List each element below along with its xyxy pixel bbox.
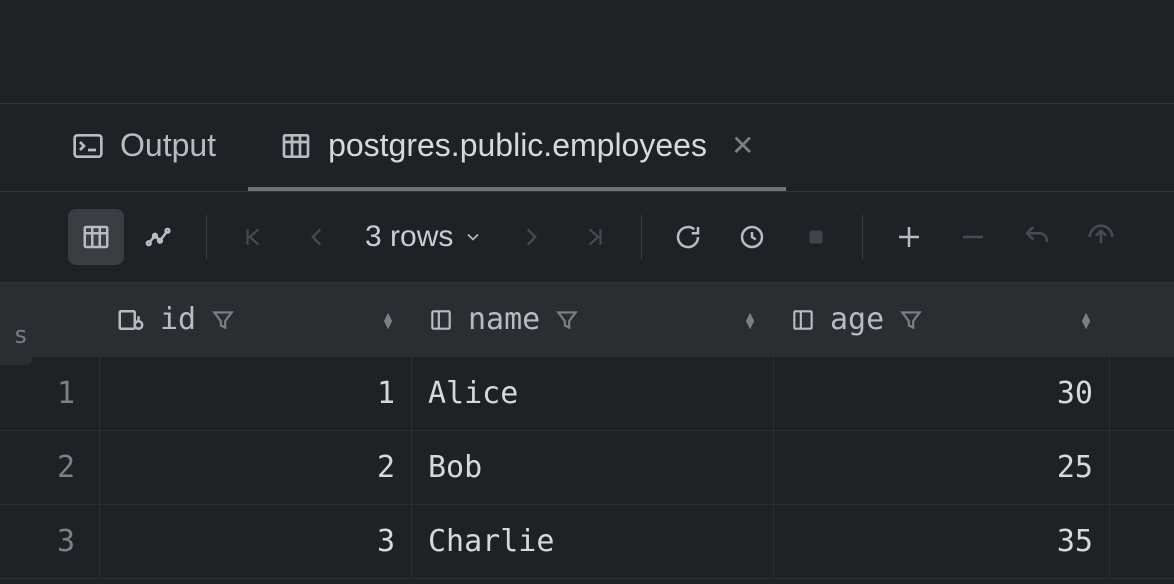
cell-age[interactable]: 30 bbox=[774, 357, 1110, 430]
chevron-left-icon bbox=[304, 224, 330, 250]
prev-page-button[interactable] bbox=[289, 209, 345, 265]
last-page-icon bbox=[582, 224, 608, 250]
rows-count-label: 3 rows bbox=[365, 220, 453, 254]
separator bbox=[862, 215, 863, 259]
rows-dropdown[interactable]: 3 rows bbox=[353, 220, 495, 254]
upload-icon bbox=[1086, 222, 1116, 252]
chevron-right-icon bbox=[518, 224, 544, 250]
cell-id[interactable]: 1 bbox=[100, 357, 412, 430]
tab-output[interactable]: Output bbox=[40, 104, 248, 191]
tabs-row: Output postgres.public.employees ✕ bbox=[0, 104, 1174, 192]
left-panel-stub: s bbox=[0, 305, 32, 365]
stop-icon bbox=[803, 224, 829, 250]
key-column-icon bbox=[116, 305, 146, 335]
table-icon bbox=[280, 130, 312, 162]
terminal-icon bbox=[72, 130, 104, 162]
cell-age[interactable]: 35 bbox=[774, 505, 1110, 578]
header-row: id ▲▼ name ▲▼ bbox=[0, 283, 1174, 357]
cell-name[interactable]: Charlie bbox=[412, 505, 774, 578]
remove-row-button[interactable] bbox=[945, 209, 1001, 265]
commit-button[interactable] bbox=[1073, 209, 1129, 265]
tab-table-label: postgres.public.employees bbox=[328, 127, 707, 164]
filter-icon[interactable] bbox=[554, 307, 580, 333]
column-name-label: name bbox=[468, 302, 540, 337]
top-strip bbox=[0, 0, 1174, 104]
row-number: 3 bbox=[0, 505, 100, 578]
cell-name[interactable]: Alice bbox=[412, 357, 774, 430]
column-header-age[interactable]: age ▲▼ bbox=[774, 283, 1110, 356]
history-button[interactable] bbox=[724, 209, 780, 265]
grid-view-button[interactable] bbox=[68, 209, 124, 265]
row-number: 1 bbox=[0, 357, 100, 430]
chart-view-button[interactable] bbox=[132, 209, 188, 265]
sort-icon[interactable]: ▲▼ bbox=[1079, 312, 1093, 328]
last-page-button[interactable] bbox=[567, 209, 623, 265]
table-row[interactable]: 1 1 Alice 30 bbox=[0, 357, 1174, 431]
grid-icon bbox=[81, 222, 111, 252]
sort-icon[interactable]: ▲▼ bbox=[381, 312, 395, 328]
undo-icon bbox=[1022, 222, 1052, 252]
add-row-button[interactable] bbox=[881, 209, 937, 265]
line-chart-icon bbox=[145, 222, 175, 252]
column-header-id[interactable]: id ▲▼ bbox=[100, 283, 412, 356]
separator bbox=[206, 215, 207, 259]
toolbar: 3 rows bbox=[0, 192, 1174, 282]
cell-age[interactable]: 25 bbox=[774, 431, 1110, 504]
next-page-button[interactable] bbox=[503, 209, 559, 265]
refresh-button[interactable] bbox=[660, 209, 716, 265]
column-id-label: id bbox=[160, 302, 196, 337]
refresh-icon bbox=[673, 222, 703, 252]
tab-output-label: Output bbox=[120, 127, 216, 164]
column-header-name[interactable]: name ▲▼ bbox=[412, 283, 774, 356]
cell-id[interactable]: 3 bbox=[100, 505, 412, 578]
table-row[interactable]: 3 3 Charlie 35 bbox=[0, 505, 1174, 579]
minus-icon bbox=[958, 222, 988, 252]
cell-name[interactable]: Bob bbox=[412, 431, 774, 504]
column-icon bbox=[790, 307, 816, 333]
tab-table[interactable]: postgres.public.employees ✕ bbox=[248, 104, 786, 191]
column-age-label: age bbox=[830, 302, 884, 337]
close-icon[interactable]: ✕ bbox=[731, 129, 754, 162]
clock-icon bbox=[737, 222, 767, 252]
filter-icon[interactable] bbox=[898, 307, 924, 333]
first-page-icon bbox=[240, 224, 266, 250]
sort-icon[interactable]: ▲▼ bbox=[743, 312, 757, 328]
filter-icon[interactable] bbox=[210, 307, 236, 333]
stop-button[interactable] bbox=[788, 209, 844, 265]
plus-icon bbox=[894, 222, 924, 252]
column-icon bbox=[428, 307, 454, 333]
separator bbox=[641, 215, 642, 259]
chevron-down-icon bbox=[463, 227, 483, 247]
row-number: 2 bbox=[0, 431, 100, 504]
revert-button[interactable] bbox=[1009, 209, 1065, 265]
cell-id[interactable]: 2 bbox=[100, 431, 412, 504]
data-grid: id ▲▼ name ▲▼ bbox=[0, 282, 1174, 579]
first-page-button[interactable] bbox=[225, 209, 281, 265]
table-row[interactable]: 2 2 Bob 25 bbox=[0, 431, 1174, 505]
